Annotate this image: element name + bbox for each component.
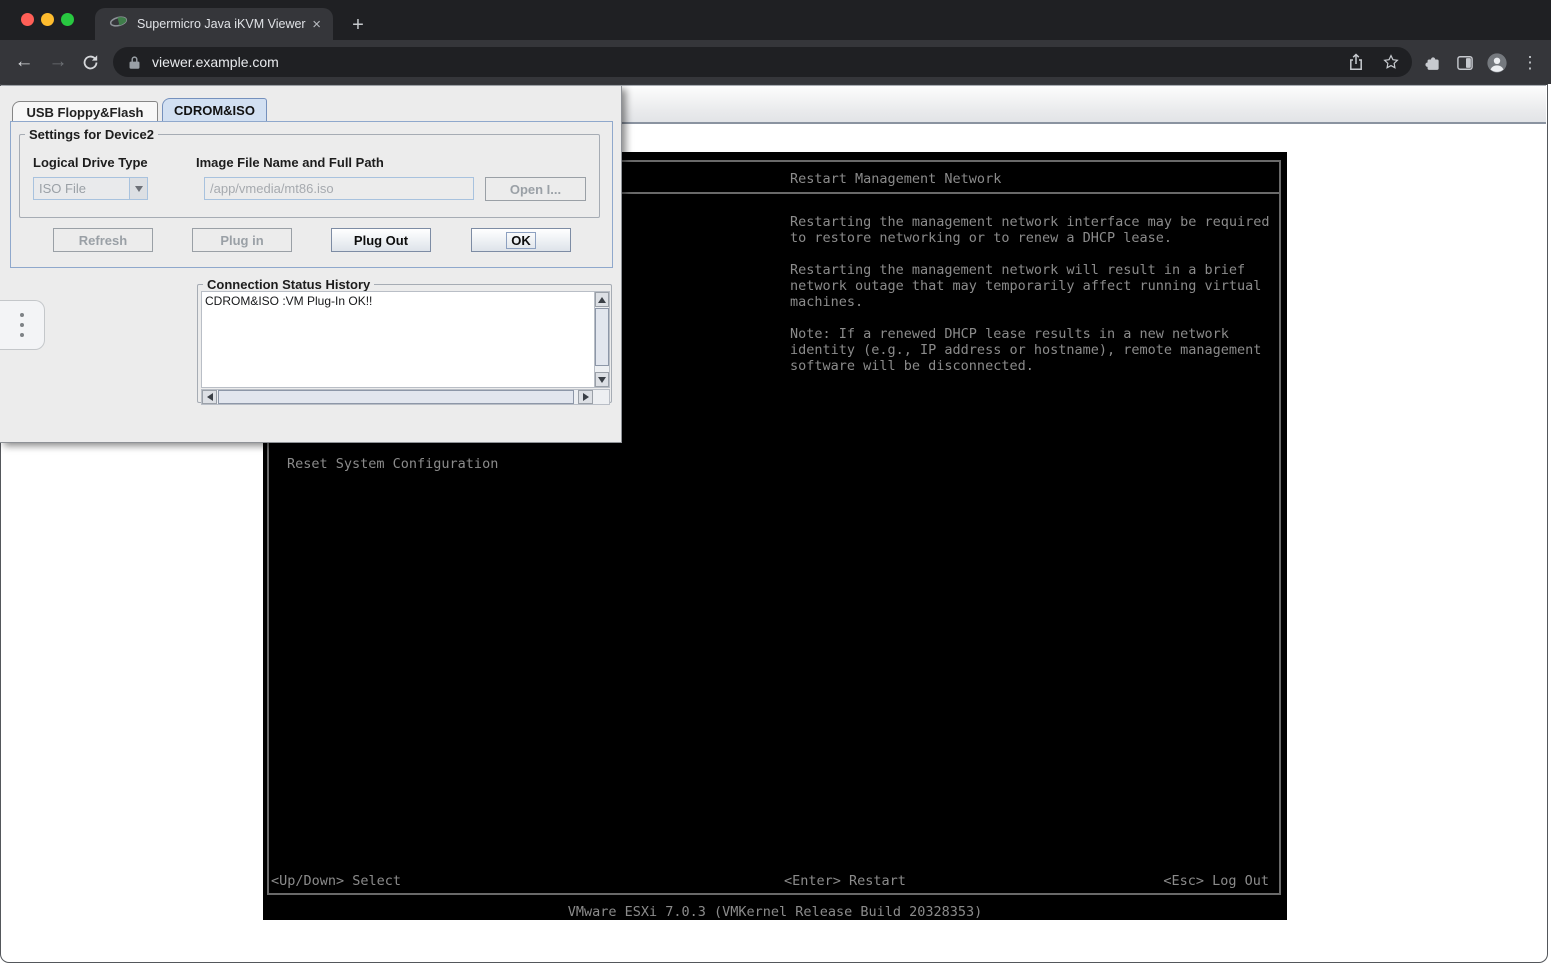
console-dialog-title: Restart Management Network (790, 171, 1001, 187)
address-bar[interactable]: viewer.example.com (113, 47, 1412, 77)
scroll-left-icon[interactable] (202, 390, 217, 404)
image-path-label: Image File Name and Full Path (196, 155, 384, 170)
scroll-right-icon[interactable] (578, 390, 593, 404)
scroll-down-icon[interactable] (595, 372, 609, 387)
history-horizontal-scrollbar[interactable] (201, 389, 610, 405)
refresh-button[interactable]: Refresh (53, 228, 153, 252)
open-image-button[interactable]: Open I... (485, 177, 586, 201)
share-icon[interactable] (1348, 53, 1364, 71)
lock-icon (127, 55, 142, 70)
reload-icon[interactable] (75, 40, 105, 84)
chevron-down-icon[interactable] (129, 178, 147, 199)
ok-button[interactable]: OK (471, 228, 571, 252)
history-group-title: Connection Status History (203, 277, 374, 292)
connection-status-history-group: Connection Status History CDROM&ISO :VM … (197, 284, 612, 403)
tab-title: Supermicro Java iKVM Viewer (137, 17, 306, 31)
console-footer-version: VMware ESXi 7.0.3 (VMKernel Release Buil… (263, 904, 1287, 920)
horizontal-scroll-thumb[interactable] (218, 390, 574, 404)
bookmark-star-icon[interactable] (1382, 53, 1400, 71)
back-icon[interactable]: ← (9, 40, 39, 84)
window-minimize-button[interactable] (41, 13, 54, 26)
new-tab-button[interactable]: + (345, 13, 371, 39)
vertical-scroll-thumb[interactable] (595, 308, 609, 366)
plug-out-button[interactable]: Plug Out (331, 228, 431, 252)
supermicro-favicon-icon (109, 15, 128, 33)
console-hint-select: <Up/Down> Select (271, 873, 401, 889)
browser-tab[interactable]: Supermicro Java iKVM Viewer × (95, 8, 333, 40)
history-vertical-scrollbar[interactable] (594, 291, 610, 388)
virtual-media-dialog: USB Floppy&Flash CDROM&ISO Settings for … (0, 86, 622, 443)
url-text[interactable]: viewer.example.com (152, 54, 279, 70)
scroll-up-icon[interactable] (595, 292, 609, 307)
page: Supermicro Java iKVM Viewer × + ← → view… (0, 0, 1551, 968)
drawer-dot (20, 313, 24, 317)
drawer-dot (20, 333, 24, 337)
image-path-field[interactable]: /app/vmedia/mt86.iso (204, 177, 474, 200)
console-paragraph: Note: If a renewed DHCP lease results in… (790, 326, 1276, 374)
plug-in-button[interactable]: Plug in (192, 228, 292, 252)
history-log-area[interactable]: CDROM&ISO :VM Plug-In OK!! (201, 291, 594, 388)
browser-menu-kebab-icon[interactable]: ⋮ (1519, 52, 1541, 74)
tab-close-icon[interactable]: × (310, 17, 323, 32)
console-paragraph: Restarting the management network will r… (790, 262, 1276, 310)
history-log-line: CDROM&ISO :VM Plug-In OK!! (202, 292, 594, 311)
logical-drive-type-label: Logical Drive Type (33, 155, 148, 170)
console-menu-item-reset-system-configuration: Reset System Configuration (287, 456, 498, 472)
console-body-text: Restarting the management network interf… (790, 214, 1276, 390)
console-hint-logout: <Esc> Log Out (1163, 873, 1269, 889)
ok-button-label: OK (506, 232, 536, 249)
tab-usb-floppy-flash[interactable]: USB Floppy&Flash (12, 101, 158, 122)
drawer-dot (20, 323, 24, 327)
extensions-puzzle-icon[interactable] (1422, 52, 1444, 74)
window-zoom-button[interactable] (61, 13, 74, 26)
settings-group: Settings for Device2 (19, 134, 600, 218)
console-hint-restart: <Enter> Restart (784, 873, 906, 889)
browser-toolbar: ← → viewer.example.com (0, 40, 1551, 84)
forward-icon[interactable]: → (43, 40, 73, 84)
logical-drive-type-select[interactable]: ISO File (33, 177, 148, 200)
browser-tabstrip: Supermicro Java iKVM Viewer × + (0, 0, 1551, 40)
profile-avatar[interactable] (1486, 52, 1508, 74)
side-panel-icon[interactable] (1454, 52, 1476, 74)
console-paragraph: Restarting the management network interf… (790, 214, 1276, 246)
settings-group-title: Settings for Device2 (25, 127, 158, 142)
window-close-button[interactable] (21, 13, 34, 26)
tab-cdrom-iso[interactable]: CDROM&ISO (162, 98, 267, 122)
logical-drive-type-value: ISO File (34, 181, 129, 196)
side-drawer-handle[interactable] (0, 300, 45, 350)
